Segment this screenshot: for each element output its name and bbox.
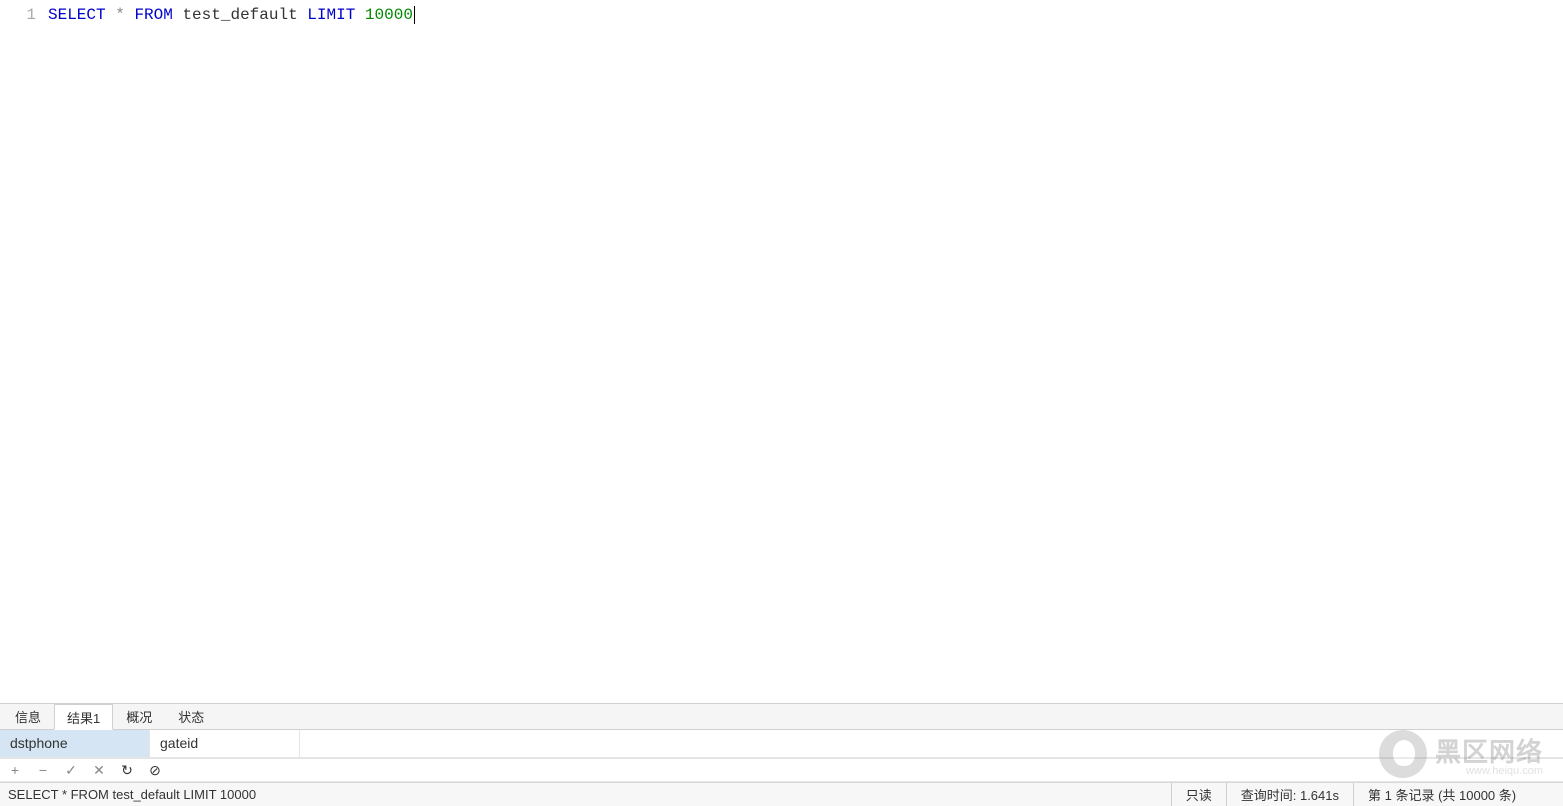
tab-status[interactable]: 状态 <box>165 703 217 729</box>
status-readonly: 只读 <box>1171 783 1226 806</box>
star-operator: * <box>115 6 125 24</box>
status-bar: SELECT * FROM test_default LIMIT 10000 只… <box>0 782 1563 806</box>
stop-icon[interactable]: ⊘ <box>148 762 162 779</box>
result-grid-header: dstphone gateid <box>0 730 1563 758</box>
text-cursor <box>414 6 415 24</box>
tab-profile[interactable]: 概况 <box>113 703 165 729</box>
table-name: test_default <box>182 6 297 24</box>
grid-toolbar: + − ✓ ✕ ↻ ⊘ <box>0 758 1563 782</box>
keyword-limit: LIMIT <box>307 6 355 24</box>
status-query-time: 查询时间: 1.641s <box>1226 783 1353 806</box>
sql-editor[interactable]: 1 SELECT * FROM test_default LIMIT 10000 <box>0 0 1563 703</box>
apply-icon[interactable]: ✓ <box>64 762 78 779</box>
code-area[interactable]: SELECT * FROM test_default LIMIT 10000 <box>48 0 1563 703</box>
refresh-icon[interactable]: ↻ <box>120 762 134 779</box>
tab-result1[interactable]: 结果1 <box>54 704 113 730</box>
keyword-from: FROM <box>134 6 172 24</box>
status-query-text: SELECT * FROM test_default LIMIT 10000 <box>0 787 1171 802</box>
column-header-dstphone[interactable]: dstphone <box>0 730 150 757</box>
status-record-info: 第 1 条记录 (共 10000 条) <box>1353 783 1563 806</box>
remove-row-icon[interactable]: − <box>36 762 50 778</box>
column-header-gateid[interactable]: gateid <box>150 730 300 757</box>
result-tabs: 信息 结果1 概况 状态 <box>0 703 1563 730</box>
keyword-select: SELECT <box>48 6 106 24</box>
cancel-icon[interactable]: ✕ <box>92 762 106 779</box>
line-gutter: 1 <box>0 0 48 703</box>
add-row-icon[interactable]: + <box>8 762 22 778</box>
tab-info[interactable]: 信息 <box>2 703 54 729</box>
line-number: 1 <box>26 6 36 24</box>
limit-value: 10000 <box>365 6 413 24</box>
